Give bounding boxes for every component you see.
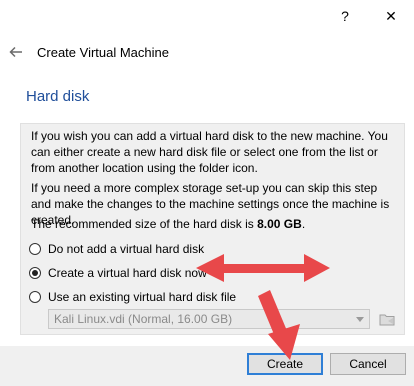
option-existing-disk[interactable]: Use an existing virtual hard disk file xyxy=(29,289,236,305)
create-disk-radio[interactable] xyxy=(29,267,41,279)
cancel-button[interactable]: Cancel xyxy=(330,353,406,375)
create-button[interactable]: Create xyxy=(247,353,323,375)
hard-disk-panel: If you wish you can add a virtual hard d… xyxy=(20,123,405,335)
window-titlebar: ? ✕ xyxy=(0,0,414,32)
section-title: Hard disk xyxy=(26,88,90,105)
help-button[interactable]: ? xyxy=(322,0,368,32)
wizard-title: Create Virtual Machine xyxy=(37,45,169,60)
wizard-footer: Create Cancel xyxy=(0,346,414,386)
no-disk-radio[interactable] xyxy=(29,243,41,255)
option-create-disk[interactable]: Create a virtual hard disk now xyxy=(29,265,207,281)
intro-text: If you wish you can add a virtual hard d… xyxy=(31,129,388,175)
existing-disk-radio[interactable] xyxy=(29,291,41,303)
chevron-down-icon xyxy=(356,317,364,322)
wizard-page: Hard disk If you wish you can add a virt… xyxy=(0,76,414,346)
existing-disk-select[interactable]: Kali Linux.vdi (Normal, 16.00 GB) xyxy=(48,309,370,329)
existing-disk-value: Kali Linux.vdi (Normal, 16.00 GB) xyxy=(54,312,233,326)
existing-disk-label: Use an existing virtual hard disk file xyxy=(48,290,237,304)
recommended-suffix: . xyxy=(301,217,306,231)
create-disk-label: Create a virtual hard disk now xyxy=(48,266,207,280)
recommended-size-text: The recommended size of the hard disk is… xyxy=(31,216,399,232)
no-disk-label: Do not add a virtual hard disk xyxy=(48,242,205,256)
close-button[interactable]: ✕ xyxy=(368,0,414,32)
option-no-disk[interactable]: Do not add a virtual hard disk xyxy=(29,241,204,257)
wizard-header: Create Virtual Machine xyxy=(0,32,414,76)
recommended-prefix: The recommended size of the hard disk is xyxy=(31,217,258,231)
back-arrow-icon[interactable] xyxy=(8,44,24,60)
folder-icon[interactable] xyxy=(377,309,397,329)
recommended-size-value: 8.00 GB xyxy=(257,217,302,231)
